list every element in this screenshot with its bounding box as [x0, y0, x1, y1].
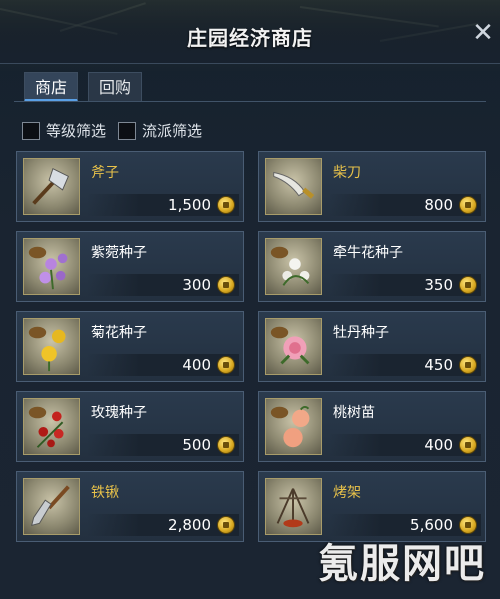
price-bar: 350 — [329, 274, 481, 296]
item-grid: 斧子 1,500 柴刀 800 紫菀种子 300 牵牛花种子 350 菊花种子 … — [16, 151, 486, 542]
shop-item-axe[interactable]: 斧子 1,500 — [16, 151, 244, 222]
price-bar: 450 — [329, 354, 481, 376]
price-bar: 400 — [329, 434, 481, 456]
filter-bar: 等级筛选 流派筛选 — [22, 120, 202, 141]
peach-sapling-icon — [265, 398, 322, 455]
window-title: 庄园经济商店 — [187, 26, 313, 50]
shop-item-morning-glory-seed[interactable]: 牵牛花种子 350 — [258, 231, 486, 302]
school-filter[interactable]: 流派筛选 — [118, 120, 202, 141]
watermark-logo: 氪服网吧 — [318, 541, 486, 587]
tab-bar: 商店 回购 — [24, 72, 143, 102]
item-name: 菊花种子 — [91, 325, 147, 341]
grill-icon — [265, 478, 322, 535]
item-price: 400 — [424, 436, 453, 454]
item-name: 铁锹 — [91, 485, 119, 501]
coin-icon — [459, 356, 477, 374]
item-price: 500 — [182, 436, 211, 454]
rose-seed-icon — [23, 398, 80, 455]
shop-item-machete[interactable]: 柴刀 800 — [258, 151, 486, 222]
item-name: 牡丹种子 — [333, 325, 389, 341]
peony-seed-icon — [265, 318, 322, 375]
level-filter-label: 等级筛选 — [46, 122, 107, 140]
item-name: 烤架 — [333, 485, 361, 501]
chrysanthemum-seed-icon — [23, 318, 80, 375]
item-name: 斧子 — [91, 165, 119, 181]
price-bar: 500 — [87, 434, 239, 456]
aster-seed-icon — [23, 238, 80, 295]
item-price: 450 — [424, 356, 453, 374]
school-filter-checkbox[interactable] — [118, 121, 137, 140]
shovel-icon — [23, 478, 80, 535]
coin-icon — [217, 356, 235, 374]
coin-icon — [459, 196, 477, 214]
shop-item-aster-seed[interactable]: 紫菀种子 300 — [16, 231, 244, 302]
shop-item-rose-seed[interactable]: 玫瑰种子 500 — [16, 391, 244, 462]
item-name: 柴刀 — [333, 165, 361, 181]
coin-icon — [459, 276, 477, 294]
close-icon: ✕ — [472, 18, 494, 48]
tab-divider — [14, 101, 486, 102]
shop-item-shovel[interactable]: 铁锹 2,800 — [16, 471, 244, 542]
school-filter-label: 流派筛选 — [142, 122, 203, 140]
item-price: 300 — [182, 276, 211, 294]
level-filter[interactable]: 等级筛选 — [22, 120, 106, 141]
coin-icon — [217, 196, 235, 214]
shop-item-peony-seed[interactable]: 牡丹种子 450 — [258, 311, 486, 382]
coin-icon — [459, 436, 477, 454]
coin-icon — [217, 436, 235, 454]
price-bar: 400 — [87, 354, 239, 376]
coin-icon — [217, 276, 235, 294]
price-bar: 1,500 — [87, 194, 239, 216]
item-name: 牵牛花种子 — [333, 245, 403, 261]
item-price: 350 — [424, 276, 453, 294]
shop-item-chrysanthemum-seed[interactable]: 菊花种子 400 — [16, 311, 244, 382]
close-button[interactable]: ✕ — [470, 20, 496, 46]
title-bar: 庄园经济商店 ✕ — [0, 0, 500, 64]
item-price: 2,800 — [168, 516, 211, 534]
shop-item-peach-sapling[interactable]: 桃树苗 400 — [258, 391, 486, 462]
item-price: 400 — [182, 356, 211, 374]
machete-icon — [265, 158, 322, 215]
tab-shop[interactable]: 商店 — [24, 72, 79, 102]
item-name: 紫菀种子 — [91, 245, 147, 261]
price-bar: 2,800 — [87, 514, 239, 536]
coin-icon — [217, 516, 235, 534]
item-name: 桃树苗 — [333, 405, 375, 421]
morning-glory-seed-icon — [265, 238, 322, 295]
level-filter-checkbox[interactable] — [22, 121, 40, 140]
item-name: 玫瑰种子 — [91, 405, 147, 421]
item-price: 800 — [424, 196, 453, 214]
price-bar: 300 — [87, 274, 239, 296]
item-price: 1,500 — [168, 196, 211, 214]
price-bar: 800 — [329, 194, 481, 216]
axe-icon — [23, 158, 80, 215]
tab-buyback[interactable]: 回购 — [88, 72, 143, 102]
